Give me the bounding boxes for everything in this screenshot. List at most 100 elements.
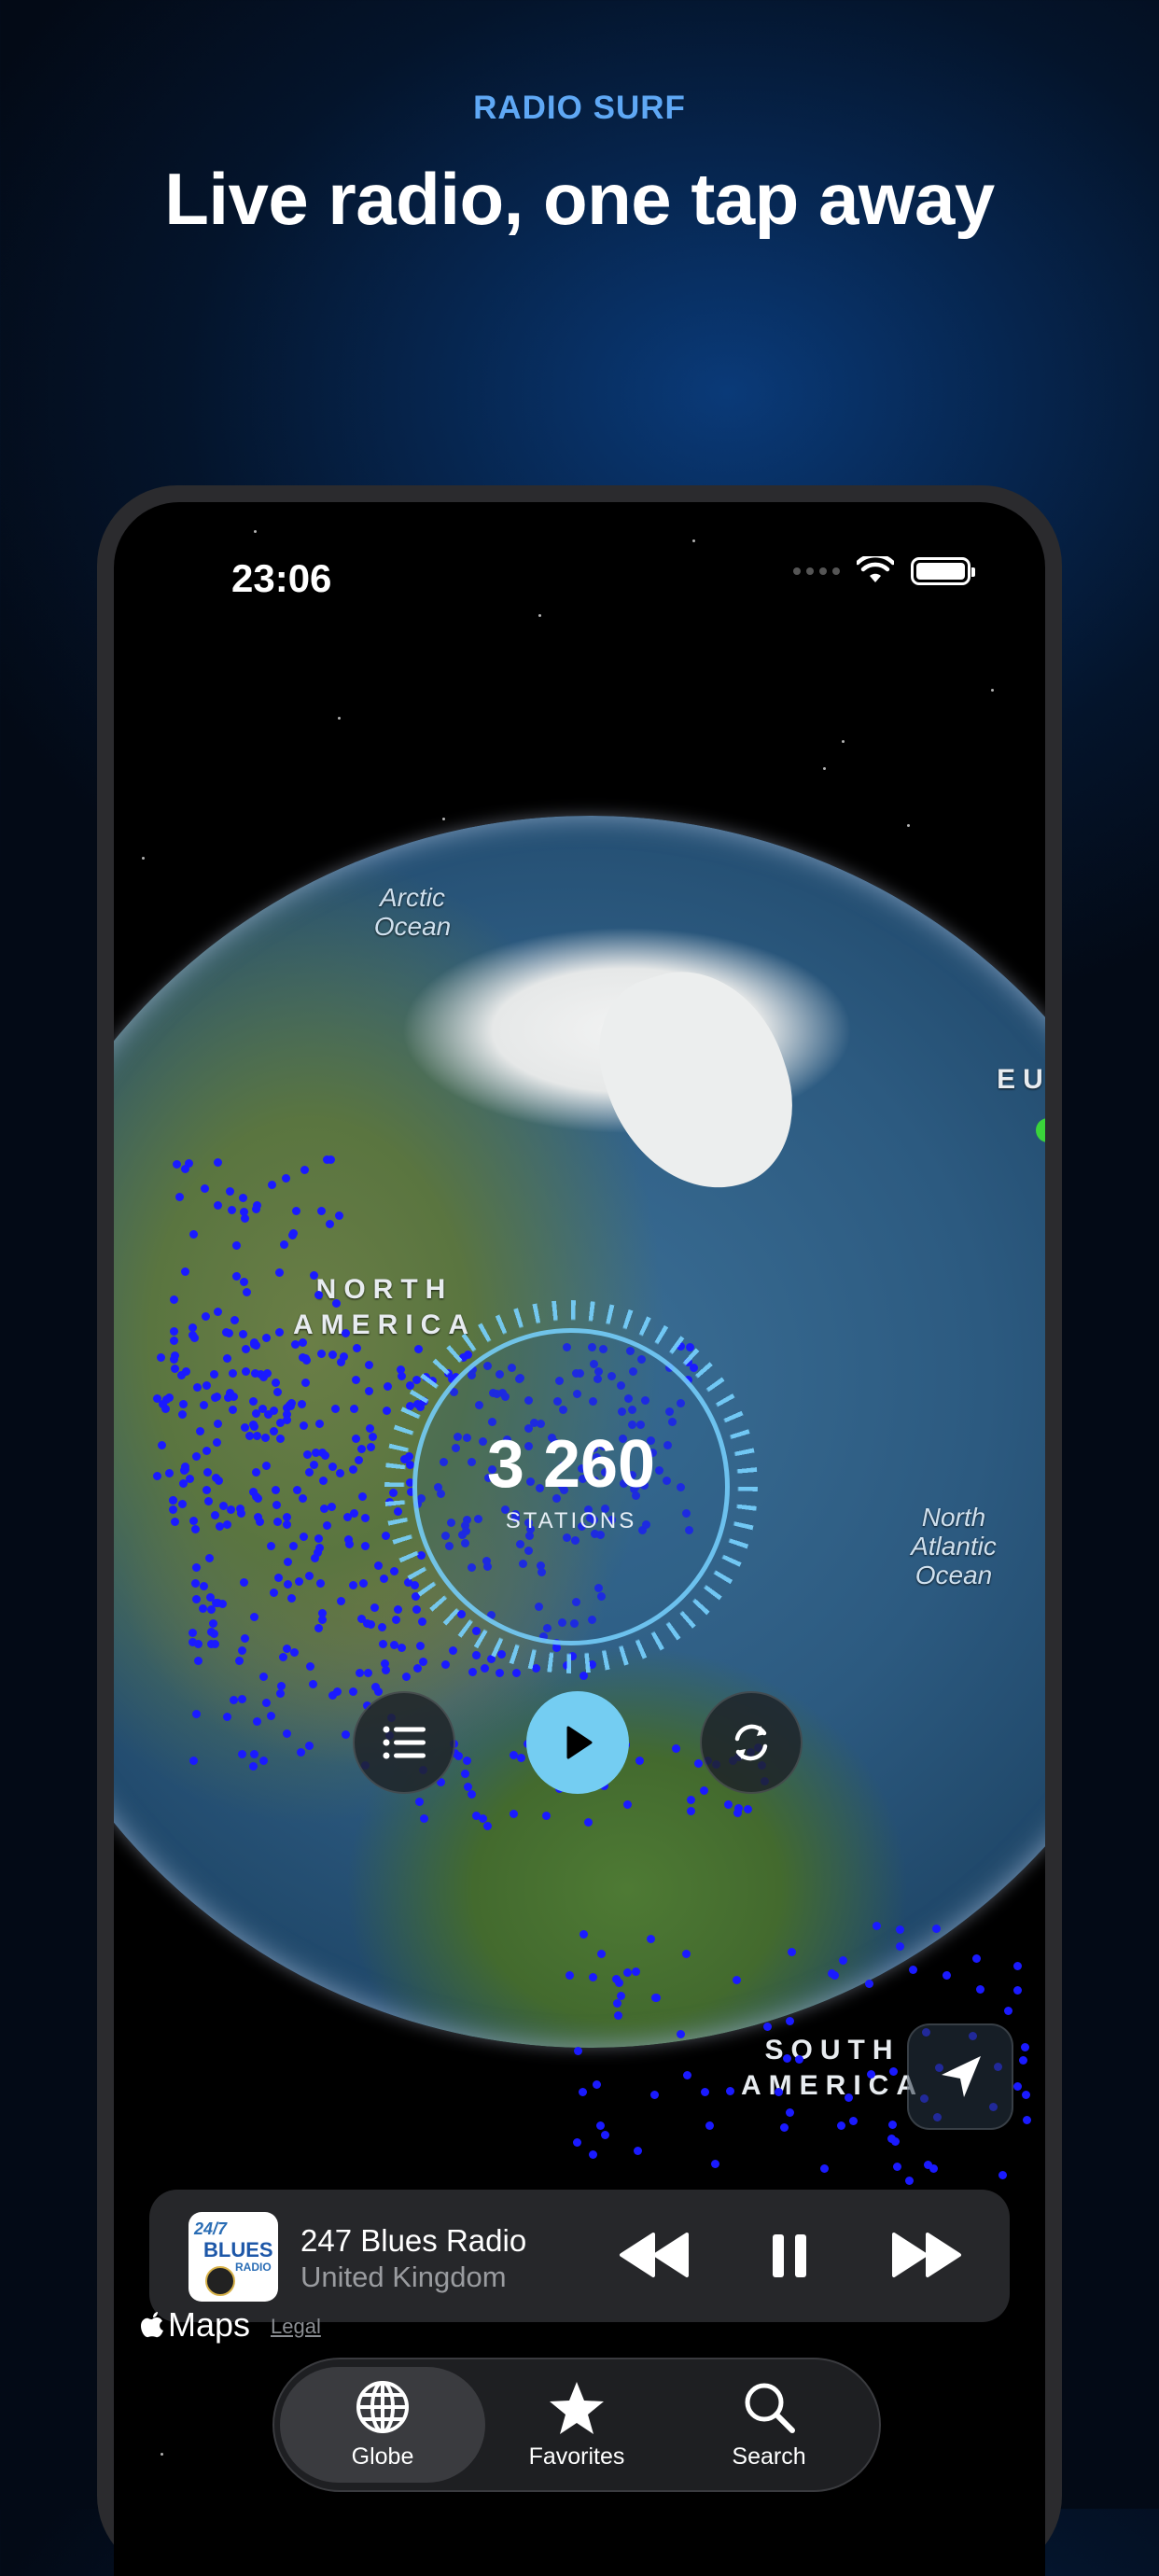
station-dot[interactable] xyxy=(213,1393,221,1401)
station-dot[interactable] xyxy=(298,1400,306,1408)
station-dot[interactable] xyxy=(724,1800,733,1809)
station-dot[interactable] xyxy=(601,2131,609,2139)
station-dot[interactable] xyxy=(839,1956,847,1965)
station-dot[interactable] xyxy=(202,1447,211,1455)
station-dot[interactable] xyxy=(837,2121,845,2130)
station-dot[interactable] xyxy=(275,1328,284,1337)
station-dot[interactable] xyxy=(744,1805,752,1813)
station-dot[interactable] xyxy=(189,1757,198,1765)
station-dot[interactable] xyxy=(232,1241,241,1250)
station-dot[interactable] xyxy=(284,1580,292,1589)
station-dot[interactable] xyxy=(687,1796,695,1804)
station-dot[interactable] xyxy=(179,1400,188,1408)
station-dot[interactable] xyxy=(328,1351,337,1359)
station-dot[interactable] xyxy=(171,1518,179,1526)
station-dot[interactable] xyxy=(496,1669,504,1677)
station-dot[interactable] xyxy=(726,2087,734,2095)
station-dot[interactable] xyxy=(687,1807,695,1815)
station-dot[interactable] xyxy=(380,1575,388,1583)
station-dot[interactable] xyxy=(192,1595,201,1603)
station-dot[interactable] xyxy=(369,1433,377,1441)
station-dot[interactable] xyxy=(449,1646,457,1655)
station-dot[interactable] xyxy=(283,1416,291,1424)
station-dot[interactable] xyxy=(896,1942,904,1951)
station-dot[interactable] xyxy=(584,1818,593,1827)
station-dot[interactable] xyxy=(202,1312,210,1321)
station-dot[interactable] xyxy=(223,1354,231,1363)
station-dot[interactable] xyxy=(204,1497,213,1505)
station-dot[interactable] xyxy=(280,1240,288,1249)
station-dot[interactable] xyxy=(976,1985,984,1994)
station-dot[interactable] xyxy=(175,1193,184,1201)
station-dot[interactable] xyxy=(165,1469,174,1477)
station-dot[interactable] xyxy=(333,1687,342,1696)
station-dot[interactable] xyxy=(314,1534,323,1543)
station-dot[interactable] xyxy=(267,1542,275,1550)
station-dot[interactable] xyxy=(364,1669,372,1677)
station-dot[interactable] xyxy=(305,1742,314,1750)
station-dot[interactable] xyxy=(293,1486,301,1494)
station-dot[interactable] xyxy=(335,1211,343,1220)
station-dot[interactable] xyxy=(998,2171,1007,2179)
station-dot[interactable] xyxy=(240,1208,248,1216)
station-dot[interactable] xyxy=(262,1462,271,1470)
station-dot[interactable] xyxy=(228,1206,236,1214)
station-dot[interactable] xyxy=(235,1657,244,1665)
station-dot[interactable] xyxy=(214,1158,222,1167)
station-dot[interactable] xyxy=(382,1532,390,1540)
station-dot[interactable] xyxy=(319,1477,328,1485)
station-dot[interactable] xyxy=(441,1660,450,1669)
station-dot[interactable] xyxy=(357,1615,366,1623)
station-dot[interactable] xyxy=(214,1308,222,1316)
station-dot[interactable] xyxy=(683,2071,691,2079)
station-dot[interactable] xyxy=(194,1657,202,1665)
station-dot[interactable] xyxy=(820,2164,829,2173)
station-dot[interactable] xyxy=(1019,2056,1027,2065)
station-dot[interactable] xyxy=(580,1930,588,1939)
station-dot[interactable] xyxy=(1013,1986,1022,1995)
station-dot[interactable] xyxy=(337,1358,345,1366)
station-dot[interactable] xyxy=(1021,2043,1029,2051)
station-dot[interactable] xyxy=(191,1579,200,1588)
station-dot[interactable] xyxy=(179,1479,188,1488)
station-dot[interactable] xyxy=(542,1812,551,1820)
station-dot[interactable] xyxy=(189,1323,197,1332)
station-dot[interactable] xyxy=(390,1567,398,1575)
station-dot[interactable] xyxy=(359,1579,368,1588)
station-dot[interactable] xyxy=(357,1445,366,1453)
station-dot[interactable] xyxy=(775,2088,783,2096)
station-dot[interactable] xyxy=(283,1645,291,1653)
list-button[interactable] xyxy=(353,1691,455,1794)
station-dot[interactable] xyxy=(615,1979,623,1987)
station-dot[interactable] xyxy=(345,1540,354,1548)
station-dot[interactable] xyxy=(171,1351,179,1360)
station-dot[interactable] xyxy=(153,1472,161,1480)
station-dot[interactable] xyxy=(227,1505,235,1514)
station-dot[interactable] xyxy=(374,1687,383,1696)
station-dot[interactable] xyxy=(328,1503,336,1511)
station-dot[interactable] xyxy=(314,1548,322,1557)
station-dot[interactable] xyxy=(262,1334,271,1342)
station-dot[interactable] xyxy=(909,1966,917,1974)
station-dot[interactable] xyxy=(238,1646,246,1655)
station-dot[interactable] xyxy=(242,1345,250,1353)
station-dot[interactable] xyxy=(342,1730,350,1739)
station-dot[interactable] xyxy=(463,1757,471,1765)
station-dot[interactable] xyxy=(414,1345,423,1353)
station-dot[interactable] xyxy=(201,1184,209,1193)
station-dot[interactable] xyxy=(291,1340,300,1349)
station-dot[interactable] xyxy=(353,1344,361,1352)
station-dot[interactable] xyxy=(300,1166,309,1174)
station-dot[interactable] xyxy=(464,1783,472,1791)
station-dot[interactable] xyxy=(647,1935,655,1943)
station-dot[interactable] xyxy=(705,2121,714,2130)
station-dot[interactable] xyxy=(342,1329,350,1337)
station-dot[interactable] xyxy=(189,1629,197,1637)
station-dot[interactable] xyxy=(614,2011,622,2020)
station-dot[interactable] xyxy=(252,1468,260,1477)
station-dot[interactable] xyxy=(229,1406,237,1414)
station-dot[interactable] xyxy=(242,1367,250,1376)
station-dot[interactable] xyxy=(512,1669,521,1677)
station-dot[interactable] xyxy=(219,1502,228,1510)
station-dot[interactable] xyxy=(573,2138,581,2147)
